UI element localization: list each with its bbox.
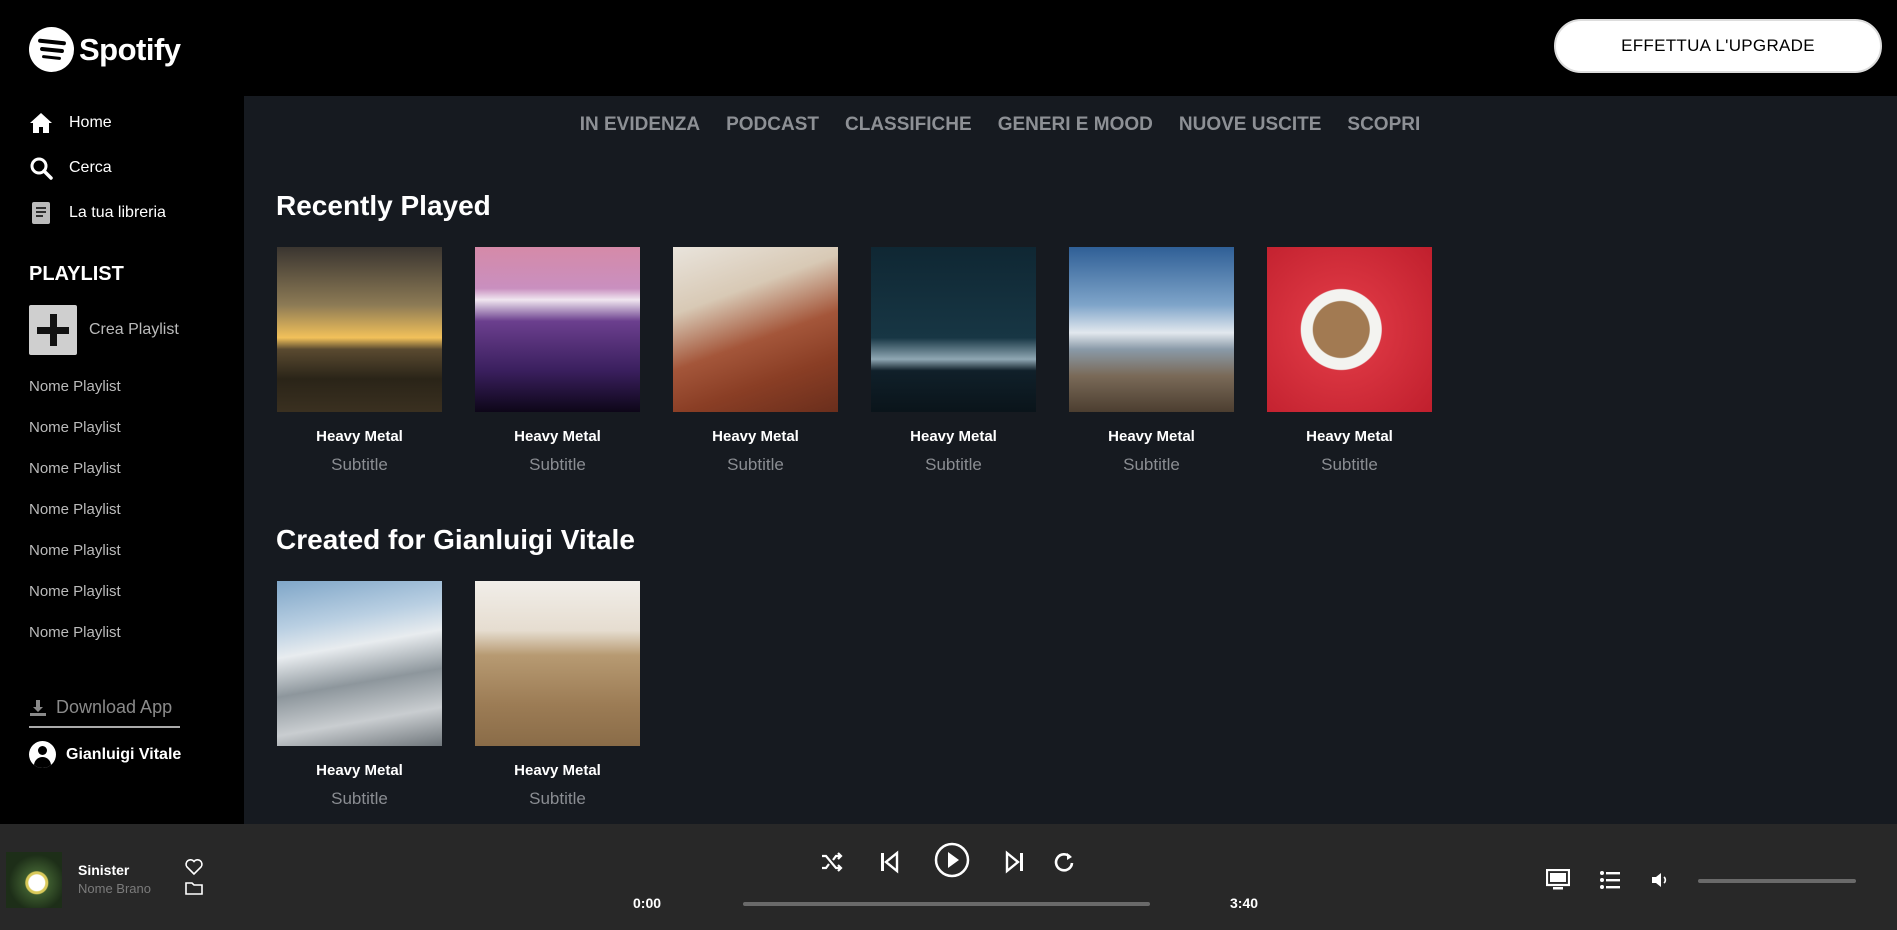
album-cover [475,581,640,746]
created-for-row: Heavy Metal Subtitle Heavy Metal Subtitl… [277,581,673,809]
card-subtitle: Subtitle [331,455,388,474]
nav-home[interactable]: Home [29,111,112,135]
album-card[interactable]: Heavy Metal Subtitle [1069,247,1234,475]
create-playlist-label: Crea Playlist [89,321,179,338]
shuffle-icon[interactable] [820,850,844,874]
progress-bar[interactable] [743,902,1150,906]
download-app-label: Download App [56,697,173,717]
download-app-link[interactable]: Download App [29,697,180,728]
current-time: 0:00 [633,895,662,911]
card-subtitle: Subtitle [1123,455,1180,474]
volume-icon[interactable] [1651,871,1669,889]
playlist-list: Nome Playlist Nome Playlist Nome Playlis… [29,378,121,665]
tab-nuove-uscite[interactable]: NUOVE USCITE [1179,114,1322,136]
card-subtitle: Subtitle [727,455,784,474]
card-title: Heavy Metal [1108,428,1195,445]
spotify-logo[interactable]: Spotify [29,27,181,72]
play-icon[interactable] [934,842,970,878]
album-cover [277,581,442,746]
tab-classifiche[interactable]: CLASSIFICHE [845,114,972,136]
card-title: Heavy Metal [316,762,403,779]
spotify-logo-icon [29,27,74,72]
card-title: Heavy Metal [910,428,997,445]
card-subtitle: Subtitle [1321,455,1378,474]
devices-icon[interactable] [1546,869,1570,891]
create-playlist-button[interactable]: Crea Playlist [29,305,179,355]
total-time: 3:40 [1230,895,1259,911]
tab-podcast[interactable]: PODCAST [726,114,819,136]
sidebar: Spotify Home Cerca La tua libreria PLAYL… [0,0,244,824]
card-subtitle: Subtitle [331,789,388,808]
nav-search-label: Cerca [69,159,112,176]
playlist-item[interactable]: Nome Playlist [29,583,121,624]
user-profile[interactable]: Gianluigi Vitale [29,741,181,768]
card-subtitle: Subtitle [529,455,586,474]
playlist-item[interactable]: Nome Playlist [29,419,121,460]
player-bar: Sinister Nome Brano 0:00 3:40 [0,824,1897,930]
card-title: Heavy Metal [514,428,601,445]
playlist-item[interactable]: Nome Playlist [29,542,121,583]
playlist-item[interactable]: Nome Playlist [29,460,121,501]
plus-icon [29,305,77,355]
heart-icon[interactable] [184,857,204,877]
brand-name: Spotify [79,31,181,67]
card-subtitle: Subtitle [925,455,982,474]
recently-played-row: Heavy Metal Subtitle Heavy Metal Subtitl… [277,247,1465,475]
search-icon [30,157,53,180]
card-title: Heavy Metal [712,428,799,445]
home-icon [30,113,52,133]
album-card[interactable]: Heavy Metal Subtitle [277,247,442,475]
library-icon [32,202,50,224]
section-title: Created for Gianluigi Vitale [276,524,635,555]
album-card[interactable]: Heavy Metal Subtitle [871,247,1036,475]
playlist-heading: PLAYLIST [29,263,124,285]
repeat-icon[interactable] [1053,851,1075,873]
album-cover [673,247,838,412]
nav-home-label: Home [69,114,112,131]
now-playing-cover[interactable] [6,852,62,908]
queue-icon[interactable] [1599,869,1621,891]
now-playing-subtitle[interactable]: Nome Brano [78,881,151,896]
nav-search[interactable]: Cerca [29,156,112,180]
tab-in-evidenza[interactable]: IN EVIDENZA [580,114,700,136]
album-card[interactable]: Heavy Metal Subtitle [475,247,640,475]
main-content: IN EVIDENZA PODCAST CLASSIFICHE GENERI E… [244,96,1897,824]
tab-bar: IN EVIDENZA PODCAST CLASSIFICHE GENERI E… [244,114,1897,136]
playlist-item[interactable]: Nome Playlist [29,624,121,665]
album-cover [1069,247,1234,412]
download-icon [30,699,46,716]
album-cover [277,247,442,412]
album-cover [475,247,640,412]
user-name: Gianluigi Vitale [66,745,182,763]
album-card[interactable]: Heavy Metal Subtitle [673,247,838,475]
top-bar: EFFETTUA L'UPGRADE [244,0,1897,96]
previous-icon[interactable] [878,850,900,874]
album-card[interactable]: Heavy Metal Subtitle [1267,247,1432,475]
next-icon[interactable] [1004,850,1026,874]
album-card[interactable]: Heavy Metal Subtitle [475,581,640,809]
album-cover [871,247,1036,412]
nav-library-label: La tua libreria [69,204,166,221]
album-card[interactable]: Heavy Metal Subtitle [277,581,442,809]
playlist-item[interactable]: Nome Playlist [29,378,121,419]
tab-generi-e-mood[interactable]: GENERI E MOOD [998,114,1153,136]
card-subtitle: Subtitle [529,789,586,808]
tab-scopri[interactable]: SCOPRI [1347,114,1420,136]
user-avatar-icon [29,741,56,768]
card-title: Heavy Metal [316,428,403,445]
now-playing-title[interactable]: Sinister [78,862,129,878]
album-cover [1267,247,1432,412]
upgrade-button[interactable]: EFFETTUA L'UPGRADE [1554,19,1882,73]
section-title: Recently Played [276,190,491,221]
playlist-item[interactable]: Nome Playlist [29,501,121,542]
folder-icon[interactable] [184,878,204,898]
volume-slider[interactable] [1698,879,1856,883]
card-title: Heavy Metal [514,762,601,779]
card-title: Heavy Metal [1306,428,1393,445]
nav-library[interactable]: La tua libreria [29,201,166,225]
